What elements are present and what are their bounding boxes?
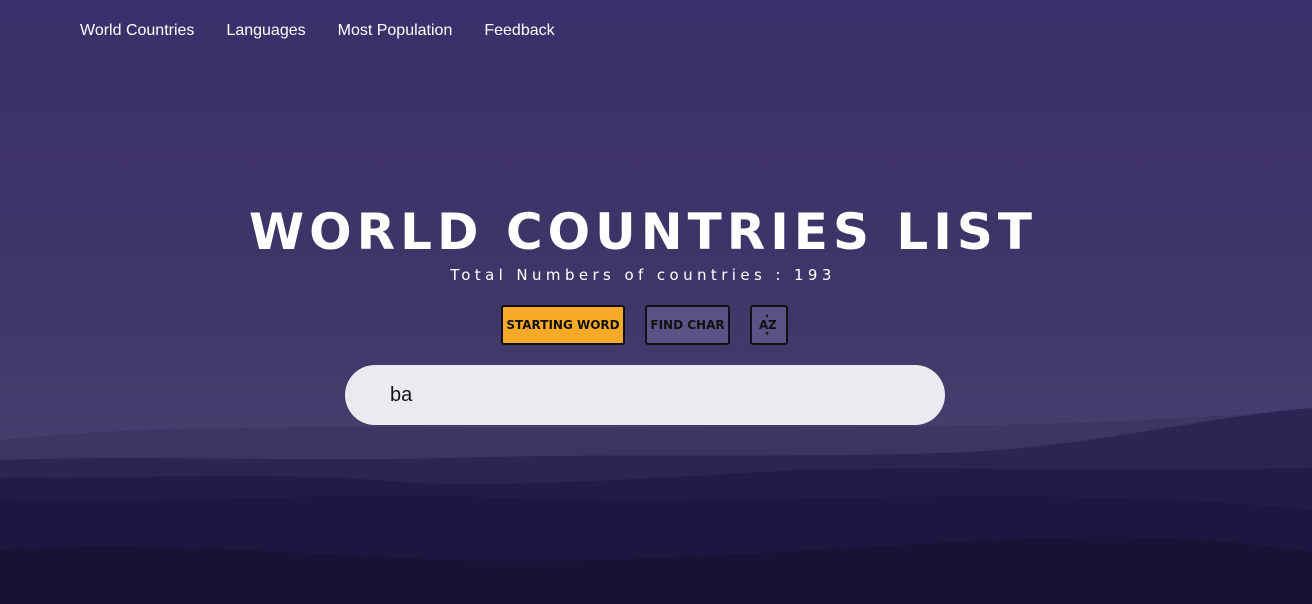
page-title: WORLD COUNTRIES LIST xyxy=(249,203,1037,261)
top-nav: World Countries Languages Most Populatio… xyxy=(80,21,587,41)
hills-background xyxy=(0,408,1312,604)
sort-alpha-icon: A Z xyxy=(759,314,777,336)
nav-languages[interactable]: Languages xyxy=(226,21,305,41)
sort-button[interactable]: A Z xyxy=(750,305,788,345)
country-count: Total Numbers of countries : 193 xyxy=(450,266,836,284)
find-char-button[interactable]: FIND CHAR xyxy=(645,305,730,345)
starting-word-button[interactable]: STARTING WORD xyxy=(501,305,625,345)
search-input[interactable] xyxy=(345,365,945,425)
nav-world-countries[interactable]: World Countries xyxy=(80,21,194,41)
nav-feedback[interactable]: Feedback xyxy=(484,21,554,41)
svg-text:Z: Z xyxy=(768,318,777,332)
nav-most-population[interactable]: Most Population xyxy=(338,21,453,41)
